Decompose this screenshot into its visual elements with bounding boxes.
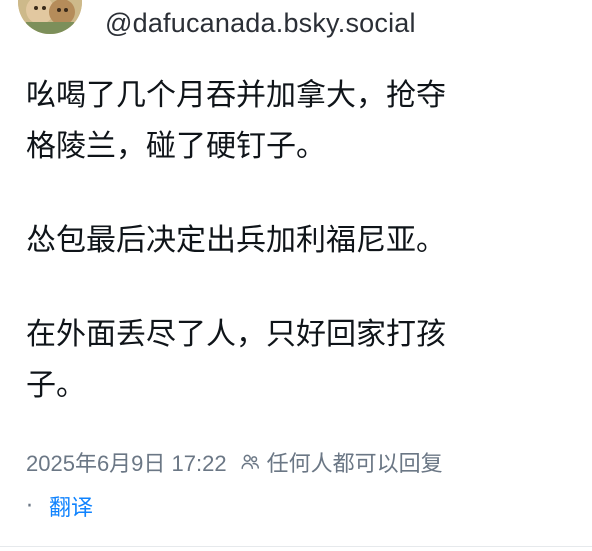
people-icon	[239, 451, 261, 473]
post-paragraph: 吆喝了几个月吞并加拿大，抢夺 格陵兰，碰了硬钉子。	[26, 78, 446, 164]
author-handle[interactable]: @dafucanada.bsky.social	[105, 8, 416, 39]
post-paragraph: 在外面丢尽了人，只好回家打孩 子。	[26, 317, 446, 403]
translate-link[interactable]: 翻译	[49, 490, 93, 522]
translate-row: · 翻译	[26, 490, 93, 522]
post-meta: 2025年6月9日 17:22 任何人都可以回复	[26, 446, 443, 478]
avatar[interactable]	[18, 0, 82, 34]
separator-dot: ·	[26, 493, 33, 519]
post-timestamp[interactable]: 2025年6月9日 17:22	[26, 446, 227, 478]
avatar-image	[18, 0, 82, 34]
reply-setting[interactable]: 任何人都可以回复	[267, 446, 443, 478]
divider	[0, 546, 592, 547]
post-body: 吆喝了几个月吞并加拿大，抢夺 格陵兰，碰了硬钉子。 怂包最后决定出兵加利福尼亚。…	[26, 70, 566, 411]
post-paragraph: 怂包最后决定出兵加利福尼亚。	[26, 223, 446, 258]
